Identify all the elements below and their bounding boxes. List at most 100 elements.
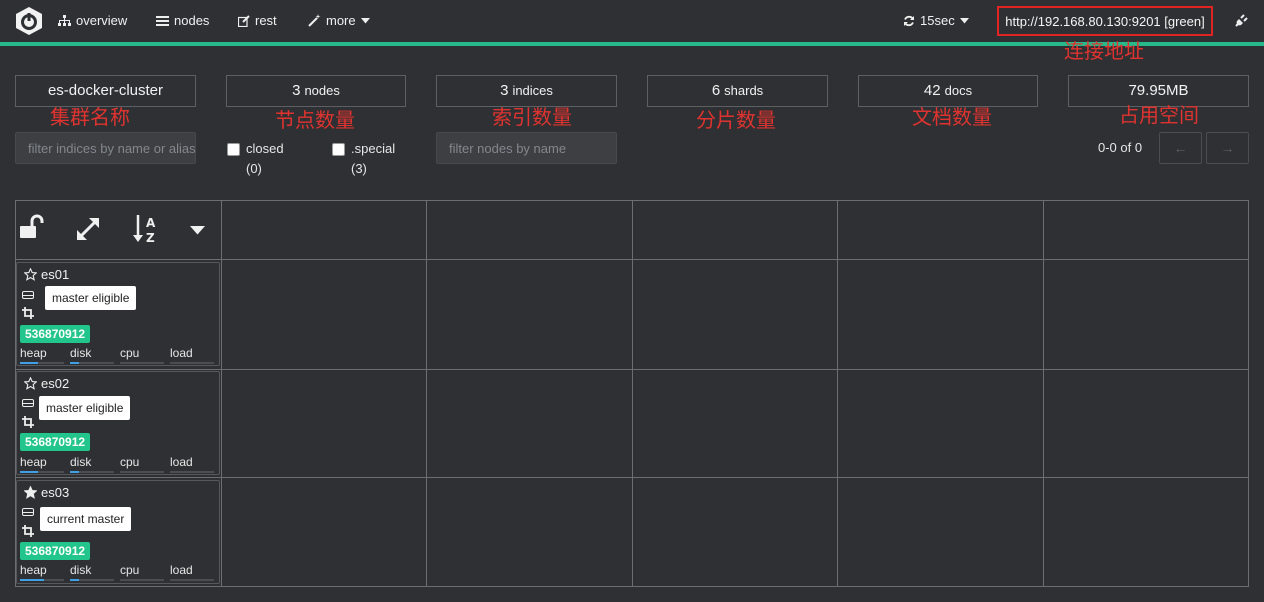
svg-text:Z: Z	[146, 231, 155, 245]
node-name[interactable]: es01	[41, 267, 69, 282]
metric-disk-label: disk	[70, 346, 92, 360]
nav-overview[interactable]: overview	[58, 13, 127, 28]
crop-icon	[22, 416, 34, 428]
hdd-icon	[22, 508, 34, 516]
shards-count: 6	[711, 82, 721, 99]
load-bar	[170, 362, 214, 364]
caret-down-icon	[959, 17, 969, 23]
disk-bar-fill	[70, 579, 79, 581]
node-role-tooltip: master eligible	[45, 286, 137, 310]
nav-rest[interactable]: rest	[238, 13, 277, 28]
node-heap-badge: 536870912	[20, 542, 91, 560]
node-name-row: es03	[24, 485, 69, 500]
node-name[interactable]: es03	[41, 485, 69, 500]
sitemap-icon	[58, 15, 71, 26]
metric-load-label: load	[170, 563, 193, 577]
closed-count: (0)	[246, 161, 262, 176]
top-navbar: overview nodes rest more 15sec http://19…	[0, 0, 1264, 42]
indices-count: 3	[500, 82, 509, 99]
prev-page-button[interactable]: ←	[1159, 132, 1202, 164]
size-value: 79.95MB	[1128, 82, 1189, 99]
caret-down-icon	[360, 17, 370, 23]
star-icon	[24, 268, 37, 281]
special-label: .special	[351, 141, 396, 156]
node-name-row: es01	[24, 267, 69, 282]
metric-load-label: load	[170, 455, 193, 469]
nav-more[interactable]: more	[308, 13, 370, 28]
edit-icon	[238, 14, 250, 27]
heap-bar	[20, 579, 64, 581]
stat-cluster-name: es-docker-cluster	[15, 75, 196, 107]
plug-icon[interactable]	[1234, 13, 1249, 28]
special-checkbox[interactable]	[332, 143, 345, 156]
refresh-interval-dropdown[interactable]: 15sec	[903, 13, 969, 28]
list-icon	[156, 15, 169, 26]
filter-nodes-input[interactable]: filter nodes by name	[436, 132, 617, 164]
refresh-interval-label: 15sec	[920, 13, 955, 28]
metric-cpu-label: cpu	[120, 563, 140, 577]
cpu-bar	[120, 471, 164, 473]
disk-bar	[70, 362, 114, 364]
node-role-tooltip: master eligible	[39, 396, 131, 420]
crop-icon	[22, 307, 34, 319]
connection-url[interactable]: http://192.168.80.130:9201 [green]	[997, 6, 1213, 36]
stat-nodes: 3 nodes	[226, 75, 406, 107]
metric-cpu-label: cpu	[120, 455, 140, 469]
metric-load-label: load	[170, 346, 193, 360]
stat-docs: 42 docs	[858, 75, 1038, 107]
indices-unit: indices	[512, 83, 553, 98]
closed-label: closed	[246, 141, 284, 156]
annotation-docs: 文档数量	[912, 105, 992, 129]
node-heap-badge: 536870912	[20, 325, 91, 343]
shards-unit: shards	[724, 83, 764, 98]
node-heap-badge: 536870912	[20, 433, 91, 451]
caret-down-icon[interactable]	[190, 226, 205, 235]
annotation-connection: 连接地址	[1064, 39, 1144, 63]
hdd-icon	[22, 399, 34, 407]
load-bar	[170, 579, 214, 581]
annotation-nodes: 节点数量	[275, 108, 355, 132]
disk-bar-fill	[70, 471, 79, 473]
closed-checkbox[interactable]	[227, 143, 240, 156]
sort-alpha-icon[interactable]: A Z	[132, 213, 160, 245]
heap-bar-fill	[20, 579, 45, 581]
heap-bar	[20, 362, 64, 364]
magic-icon	[308, 14, 321, 27]
grid-line	[1043, 200, 1044, 587]
annotation-space: 占用空间	[1119, 103, 1199, 127]
nav-nodes[interactable]: nodes	[156, 13, 209, 28]
svg-text:A: A	[146, 216, 156, 230]
cpu-bar	[120, 362, 164, 364]
load-bar	[170, 471, 214, 473]
docs-count: 42	[923, 82, 941, 99]
metric-heap-label: heap	[20, 563, 47, 577]
nav-rest-label: rest	[255, 13, 277, 28]
stat-shards: 6 shards	[647, 75, 828, 107]
nav-nodes-label: nodes	[174, 13, 210, 28]
star-icon	[24, 377, 37, 390]
logo-icon[interactable]	[14, 6, 44, 36]
grid-line	[837, 200, 838, 587]
next-page-button[interactable]: →	[1206, 132, 1249, 164]
pagination-status: 0-0 of 0	[1098, 140, 1143, 155]
cluster-name-value: es-docker-cluster	[47, 82, 164, 99]
grid-line	[426, 200, 427, 587]
crop-icon	[22, 525, 34, 537]
node-name[interactable]: es02	[41, 376, 69, 391]
metric-heap-label: heap	[20, 346, 47, 360]
disk-bar-fill	[70, 362, 79, 364]
cpu-bar	[120, 579, 164, 581]
node-name-row: es02	[24, 376, 69, 391]
nav-overview-label: overview	[76, 13, 128, 28]
metric-cpu-label: cpu	[120, 346, 140, 360]
expand-icon[interactable]	[75, 216, 101, 242]
connection-url-label: http://192.168.80.130:9201 [green]	[1005, 13, 1205, 29]
unlock-icon[interactable]	[19, 214, 45, 240]
grid-line	[632, 200, 633, 587]
heap-bar-fill	[20, 362, 39, 364]
special-count: (3)	[351, 161, 367, 176]
heap-bar-fill	[20, 471, 39, 473]
filter-indices-input[interactable]: filter indices by name or aliases	[15, 132, 196, 164]
metric-heap-label: heap	[20, 455, 47, 469]
docs-unit: docs	[944, 83, 973, 98]
